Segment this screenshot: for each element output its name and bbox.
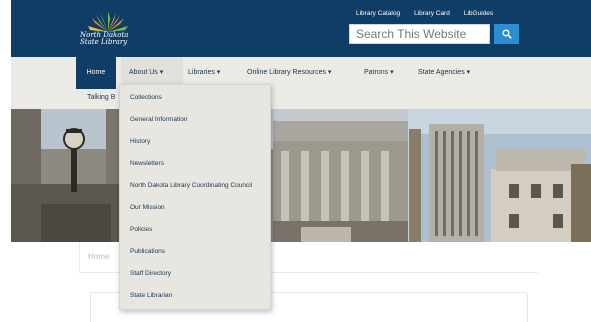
nav-talking-books[interactable]: Talking B [87,94,115,101]
menu-item-our-mission[interactable]: Our Mission [130,204,165,211]
nav-home[interactable]: Home [76,57,116,89]
libguides-link[interactable]: LibGuides [464,10,493,20]
menu-item-history[interactable]: History [130,138,150,145]
nav-state-agencies[interactable]: State Agencies ▾ [418,57,470,89]
nav-patrons[interactable]: Patrons ▾ [364,57,394,89]
menu-item-collections[interactable]: Collections [130,94,162,101]
secondary-nav: Talking B [11,89,591,109]
library-catalog-link[interactable]: Library Catalog [356,10,400,20]
menu-item-coordinating-council[interactable]: North Dakota Library Coordinating Counci… [130,182,252,189]
content-divider [79,242,80,272]
about-us-dropdown: Collections General Information History … [119,84,271,310]
menu-item-policies[interactable]: Policies [130,226,152,233]
site-header: North Dakota State Library Library Catal… [11,0,591,57]
main-nav: Home About Us ▾ Libraries ▾ Online Libra… [11,57,591,89]
utility-links: Library Catalog Library Card LibGuides [356,10,493,20]
logo-text-line2: State Library [80,38,128,46]
breadcrumb[interactable]: Home [88,252,109,261]
search-button[interactable] [494,24,519,44]
banner-image [11,109,591,242]
logo-text[interactable]: North Dakota State Library [80,32,140,46]
search-input[interactable]: Search This Website [349,24,490,44]
menu-item-newsletters[interactable]: Newsletters [130,160,164,167]
capitol-buildings-photo [11,109,591,242]
menu-item-staff-directory[interactable]: Staff Directory [130,270,171,277]
menu-item-general-information[interactable]: General Information [130,116,187,123]
menu-item-state-librarian[interactable]: State Librarian [130,292,172,299]
search-icon [502,29,512,39]
library-card-link[interactable]: Library Card [414,10,450,20]
menu-item-publications[interactable]: Publications [130,248,165,255]
